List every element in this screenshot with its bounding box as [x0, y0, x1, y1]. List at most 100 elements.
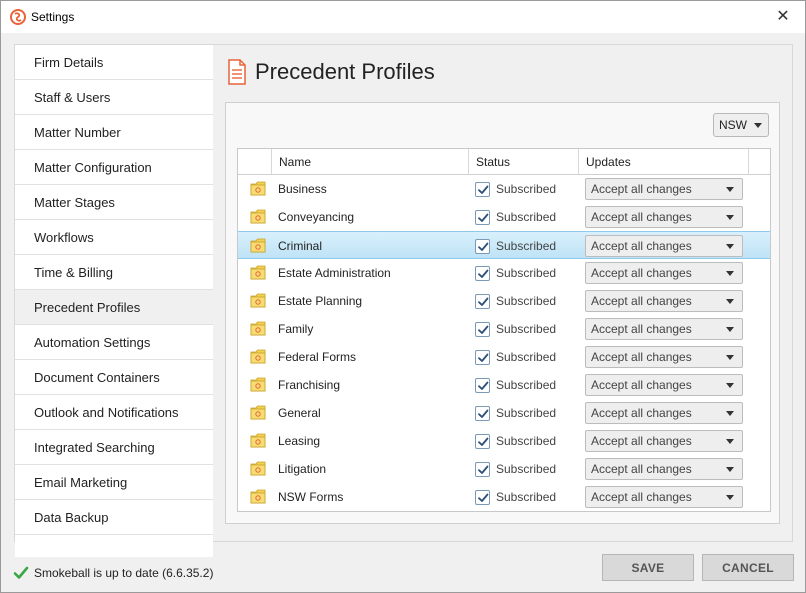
subscribed-checkbox[interactable]: Subscribed	[475, 175, 556, 203]
sidebar-item-workflows[interactable]: Workflows	[15, 220, 213, 255]
table-row[interactable]: Conveyancing Subscribed Accept all changes	[238, 203, 770, 231]
chevron-down-icon	[726, 467, 734, 472]
table-row[interactable]: Litigation Subscribed Accept all changes	[238, 455, 770, 483]
region-dropdown[interactable]: NSW	[713, 113, 769, 137]
subscribed-checkbox[interactable]: Subscribed	[475, 399, 556, 427]
checkbox-checked-icon	[475, 321, 490, 337]
table-row[interactable]: Federal Forms Subscribed Accept all change…	[238, 343, 770, 371]
updates-dropdown[interactable]: Accept all changes	[585, 458, 743, 480]
folder-icon	[250, 181, 266, 196]
checkbox-checked-icon	[475, 238, 490, 254]
folder-icon	[250, 265, 266, 280]
sidebar-item-document-containers[interactable]: Document Containers	[15, 360, 213, 395]
sidebar-item-label: Outlook and Notifications	[34, 404, 179, 420]
subscribed-checkbox[interactable]: Subscribed	[475, 343, 556, 371]
cancel-button[interactable]: CANCEL	[702, 554, 794, 581]
folder-icon	[250, 238, 266, 253]
subscribed-checkbox[interactable]: Subscribed	[475, 287, 556, 315]
updates-dropdown-value: Accept all changes	[591, 182, 692, 196]
sidebar-item-email-marketing[interactable]: Email Marketing	[15, 465, 213, 500]
updates-dropdown[interactable]: Accept all changes	[585, 318, 743, 340]
updates-dropdown[interactable]: Accept all changes	[585, 178, 743, 200]
save-button[interactable]: SAVE	[602, 554, 694, 581]
sidebar-item-automation-settings[interactable]: Automation Settings	[15, 325, 213, 360]
table-row[interactable]: Family Subscribed Accept all changes	[238, 315, 770, 343]
main-panel: Precedent Profiles NSW Name Status Updat…	[213, 44, 793, 542]
header-spacer	[748, 149, 770, 175]
checkmark-icon	[13, 566, 29, 579]
sidebar-item-label: Integrated Searching	[34, 439, 155, 455]
updates-dropdown[interactable]: Accept all changes	[585, 235, 743, 257]
subscribed-checkbox[interactable]: Subscribed	[475, 232, 556, 260]
updates-dropdown-value: Accept all changes	[591, 434, 692, 448]
updates-dropdown[interactable]: Accept all changes	[585, 430, 743, 452]
document-icon	[228, 59, 246, 85]
sidebar-item-time-billing[interactable]: Time & Billing	[15, 255, 213, 290]
table-row[interactable]: Estate Administration Subscribed Accept al…	[238, 259, 770, 287]
sidebar-item-matter-configuration[interactable]: Matter Configuration	[15, 150, 213, 185]
sidebar-item-firm-details[interactable]: Firm Details	[15, 45, 213, 80]
settings-sidebar: Firm Details Staff & Users Matter Number Ma…	[14, 44, 213, 557]
subscribed-checkbox[interactable]: Subscribed	[475, 315, 556, 343]
close-button[interactable]: ✕	[761, 1, 805, 31]
sidebar-spacer	[15, 535, 213, 557]
grid-header: Name Status Updates	[238, 149, 770, 175]
sidebar-item-data-backup[interactable]: Data Backup	[15, 500, 213, 535]
subscribed-checkbox[interactable]: Subscribed	[475, 455, 556, 483]
sidebar-item-precedent-profiles[interactable]: Precedent Profiles	[15, 290, 213, 325]
sidebar-item-staff-users[interactable]: Staff & Users	[15, 80, 213, 115]
folder-icon	[250, 489, 266, 504]
chevron-down-icon	[726, 383, 734, 388]
updates-dropdown-value: Accept all changes	[591, 490, 692, 504]
status-label: Subscribed	[496, 434, 557, 448]
subscribed-checkbox[interactable]: Subscribed	[475, 427, 556, 455]
updates-dropdown[interactable]: Accept all changes	[585, 486, 743, 508]
updates-dropdown[interactable]: Accept all changes	[585, 346, 743, 368]
table-row[interactable]: Leasing Subscribed Accept all changes	[238, 427, 770, 455]
sidebar-item-label: Automation Settings	[34, 334, 151, 350]
sidebar-item-matter-stages[interactable]: Matter Stages	[15, 185, 213, 220]
profile-name: Federal Forms	[278, 350, 357, 364]
chevron-down-icon	[726, 215, 734, 220]
subscribed-checkbox[interactable]: Subscribed	[475, 483, 556, 511]
profile-name: Litigation	[278, 462, 327, 476]
header-name[interactable]: Name	[271, 149, 468, 175]
chevron-down-icon	[726, 411, 734, 416]
updates-dropdown[interactable]: Accept all changes	[585, 374, 743, 396]
updates-dropdown-value: Accept all changes	[591, 350, 692, 364]
sidebar-item-matter-number[interactable]: Matter Number	[15, 115, 213, 150]
table-row[interactable]: NSW Forms Subscribed Accept all changes	[238, 483, 770, 511]
header-status[interactable]: Status	[468, 149, 578, 175]
updates-dropdown[interactable]: Accept all changes	[585, 262, 743, 284]
sidebar-item-integrated-searching[interactable]: Integrated Searching	[15, 430, 213, 465]
checkbox-checked-icon	[475, 405, 490, 421]
profile-name: Business	[278, 182, 327, 196]
table-row[interactable]: Criminal Subscribed Accept all changes	[238, 231, 770, 259]
updates-dropdown-value: Accept all changes	[591, 210, 692, 224]
table-row[interactable]: Business Subscribed Accept all changes	[238, 175, 770, 203]
sidebar-item-label: Matter Number	[34, 124, 121, 140]
updates-dropdown[interactable]: Accept all changes	[585, 290, 743, 312]
updates-dropdown-value: Accept all changes	[591, 322, 692, 336]
folder-icon	[250, 293, 266, 308]
sidebar-item-outlook-and-notifications[interactable]: Outlook and Notifications	[15, 395, 213, 430]
status-label: Subscribed	[496, 406, 557, 420]
folder-icon	[250, 461, 266, 476]
table-row[interactable]: Franchising Subscribed Accept all changes	[238, 371, 770, 399]
updates-dropdown[interactable]: Accept all changes	[585, 206, 743, 228]
checkbox-checked-icon	[475, 433, 490, 449]
updates-dropdown[interactable]: Accept all changes	[585, 402, 743, 424]
status-label: Subscribed	[496, 182, 557, 196]
subscribed-checkbox[interactable]: Subscribed	[475, 259, 556, 287]
close-icon: ✕	[776, 8, 790, 25]
table-row[interactable]: General Subscribed Accept all changes	[238, 399, 770, 427]
status-label: Subscribed	[496, 239, 557, 253]
subscribed-checkbox[interactable]: Subscribed	[475, 371, 556, 399]
table-row[interactable]: Estate Planning Subscribed Accept all chan…	[238, 287, 770, 315]
checkbox-checked-icon	[475, 181, 490, 197]
folder-icon	[250, 349, 266, 364]
header-updates[interactable]: Updates	[578, 149, 748, 175]
subscribed-checkbox[interactable]: Subscribed	[475, 203, 556, 231]
chevron-down-icon	[726, 299, 734, 304]
status-label: Subscribed	[496, 266, 557, 280]
